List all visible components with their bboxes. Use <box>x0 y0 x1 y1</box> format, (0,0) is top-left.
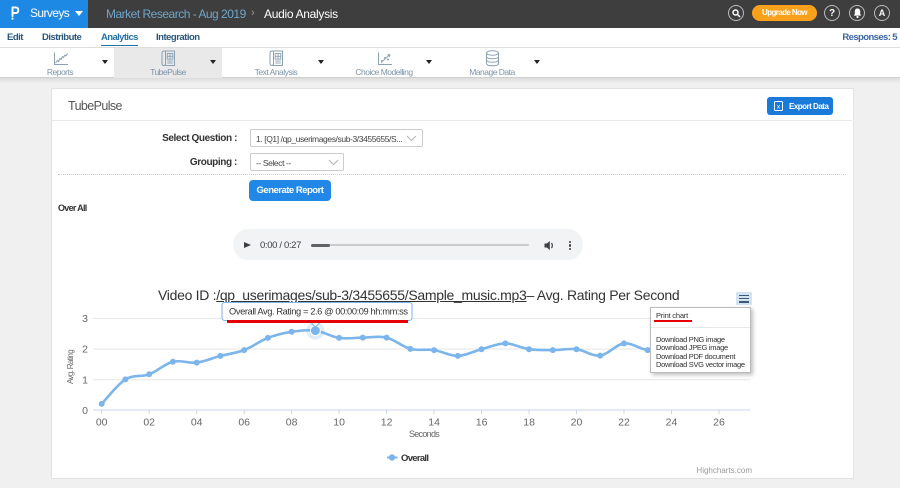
svg-text:1: 1 <box>82 374 88 386</box>
svg-text:16: 16 <box>476 417 488 429</box>
svg-text:10: 10 <box>333 417 345 429</box>
svg-text:Highcharts.com: Highcharts.com <box>696 466 752 475</box>
svg-text:Overall: Overall <box>401 453 428 464</box>
svg-text:2: 2 <box>82 344 88 356</box>
svg-text:12: 12 <box>381 417 393 429</box>
svg-text:00: 00 <box>96 417 108 429</box>
svg-text:02: 02 <box>143 417 155 429</box>
svg-text:04: 04 <box>191 417 203 429</box>
svg-text:08: 08 <box>286 417 298 429</box>
svg-text:06: 06 <box>238 417 250 429</box>
svg-text:x: x <box>777 103 781 110</box>
svg-text:26: 26 <box>713 417 725 429</box>
svg-text:24: 24 <box>666 417 678 429</box>
svg-text:Avg. Rating: Avg. Rating <box>66 350 75 384</box>
svg-text:20: 20 <box>571 417 583 429</box>
svg-text:Overall Avg. Rating = 2.6 @ 00: Overall Avg. Rating = 2.6 @ 00:00:09 hh:… <box>229 307 408 317</box>
svg-text:22: 22 <box>618 417 630 429</box>
svg-text:14: 14 <box>428 417 440 429</box>
svg-text:Seconds: Seconds <box>409 429 440 439</box>
svg-text:18: 18 <box>523 417 535 429</box>
svg-text:0: 0 <box>82 405 88 417</box>
svg-text:3: 3 <box>82 313 88 325</box>
